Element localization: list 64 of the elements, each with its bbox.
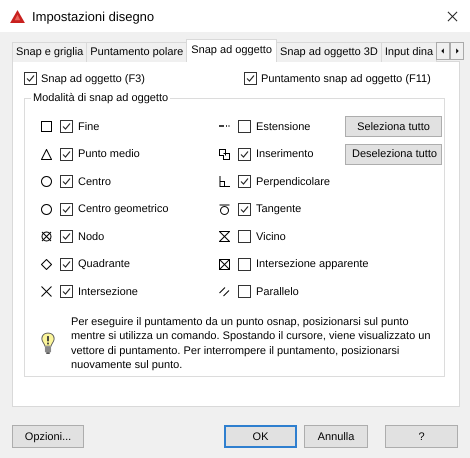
checkbox[interactable]: [238, 148, 251, 161]
options-button[interactable]: Opzioni...: [12, 425, 84, 448]
right-angle-icon: [219, 176, 230, 188]
checkbox-label: Parallelo: [256, 286, 299, 298]
checkbox[interactable]: [238, 258, 251, 271]
checkbox-label: Centro: [78, 176, 112, 188]
checkbox[interactable]: [238, 120, 251, 134]
checkbox[interactable]: [60, 230, 73, 244]
select-all-button[interactable]: Seleziona tutto: [345, 116, 442, 138]
checkbox-label: Nodo: [78, 230, 104, 243]
tab[interactable]: Snap e griglia: [12, 42, 88, 62]
tab[interactable]: Snap ad oggetto: [186, 39, 277, 62]
group-title: Modalità di snap ad oggetto: [31, 92, 170, 105]
checkbox-label: Inserimento: [256, 148, 314, 160]
checkbox[interactable]: [60, 202, 73, 216]
crossed-square-icon: [219, 258, 230, 270]
dialog-button[interactable]: ?: [385, 425, 458, 448]
checkbox[interactable]: [60, 120, 73, 134]
checkbox-label: Quadrante: [78, 258, 130, 270]
window-title: Impostazioni disegno: [32, 8, 156, 24]
checkbox[interactable]: [60, 285, 73, 298]
square-icon: [41, 121, 52, 132]
parallel-lines-icon: [219, 286, 230, 298]
diamond-icon: [41, 258, 52, 270]
app-logo-icon: [10, 10, 25, 22]
circle-icon: [41, 204, 52, 215]
checkbox[interactable]: [238, 202, 251, 216]
checkbox[interactable]: [24, 72, 37, 85]
checkbox-label: Intersezione apparente: [256, 258, 369, 270]
deselect-all-button[interactable]: Deseleziona tutto: [345, 144, 442, 165]
checkbox-label: Centro geometrico: [78, 203, 168, 216]
checkbox-label: Fine: [78, 120, 100, 133]
info-text: Per eseguire il puntamento da un punto osnap, posizionarsi sul punto mentre si utilizza un comando. Spostando il cursore, viene visualizzato un vettore di puntamento. Per interrompere il puntamento, posizionarsi nuovamente sul punto.: [71, 314, 432, 372]
checkbox-label: Tangente: [256, 203, 302, 216]
close-icon[interactable]: [447, 10, 458, 22]
checkbox[interactable]: [238, 285, 251, 298]
crossed-circle-icon: [41, 231, 52, 242]
checkbox[interactable]: [60, 175, 73, 188]
checkbox-label: Punto medio: [78, 148, 140, 160]
cross-icon: [41, 286, 52, 298]
dialog-button[interactable]: OK: [224, 425, 297, 448]
checkbox-label: Puntamento snap ad oggetto (F11): [261, 72, 431, 84]
checkbox-label: Snap ad oggetto (F3): [41, 72, 145, 84]
triangle-icon: [41, 148, 52, 160]
checkbox-label: Estensione: [256, 120, 310, 133]
dialog-button[interactable]: Annulla: [304, 425, 368, 448]
tab[interactable]: Input dina: [380, 42, 438, 62]
checkbox[interactable]: [60, 258, 73, 271]
lightbulb-icon: [41, 332, 55, 355]
checkbox[interactable]: [60, 148, 73, 161]
tab[interactable]: Snap ad oggetto 3D: [276, 42, 382, 62]
hourglass-icon: [219, 231, 230, 242]
tab[interactable]: Puntamento polare: [86, 42, 188, 62]
scroll-right-button[interactable]: [450, 42, 464, 60]
checkbox[interactable]: [238, 175, 251, 188]
circle-icon: [41, 176, 52, 188]
checkbox-label: Intersezione: [78, 286, 138, 298]
overlapping-squares-icon: [219, 148, 230, 160]
checkbox[interactable]: [238, 230, 251, 244]
checkbox[interactable]: [244, 72, 257, 85]
scroll-left-button[interactable]: [436, 42, 450, 60]
checkbox-label: Perpendicolare: [256, 176, 330, 188]
tangent-circle-icon: [219, 204, 230, 215]
checkbox-label: Vicino: [256, 230, 286, 243]
